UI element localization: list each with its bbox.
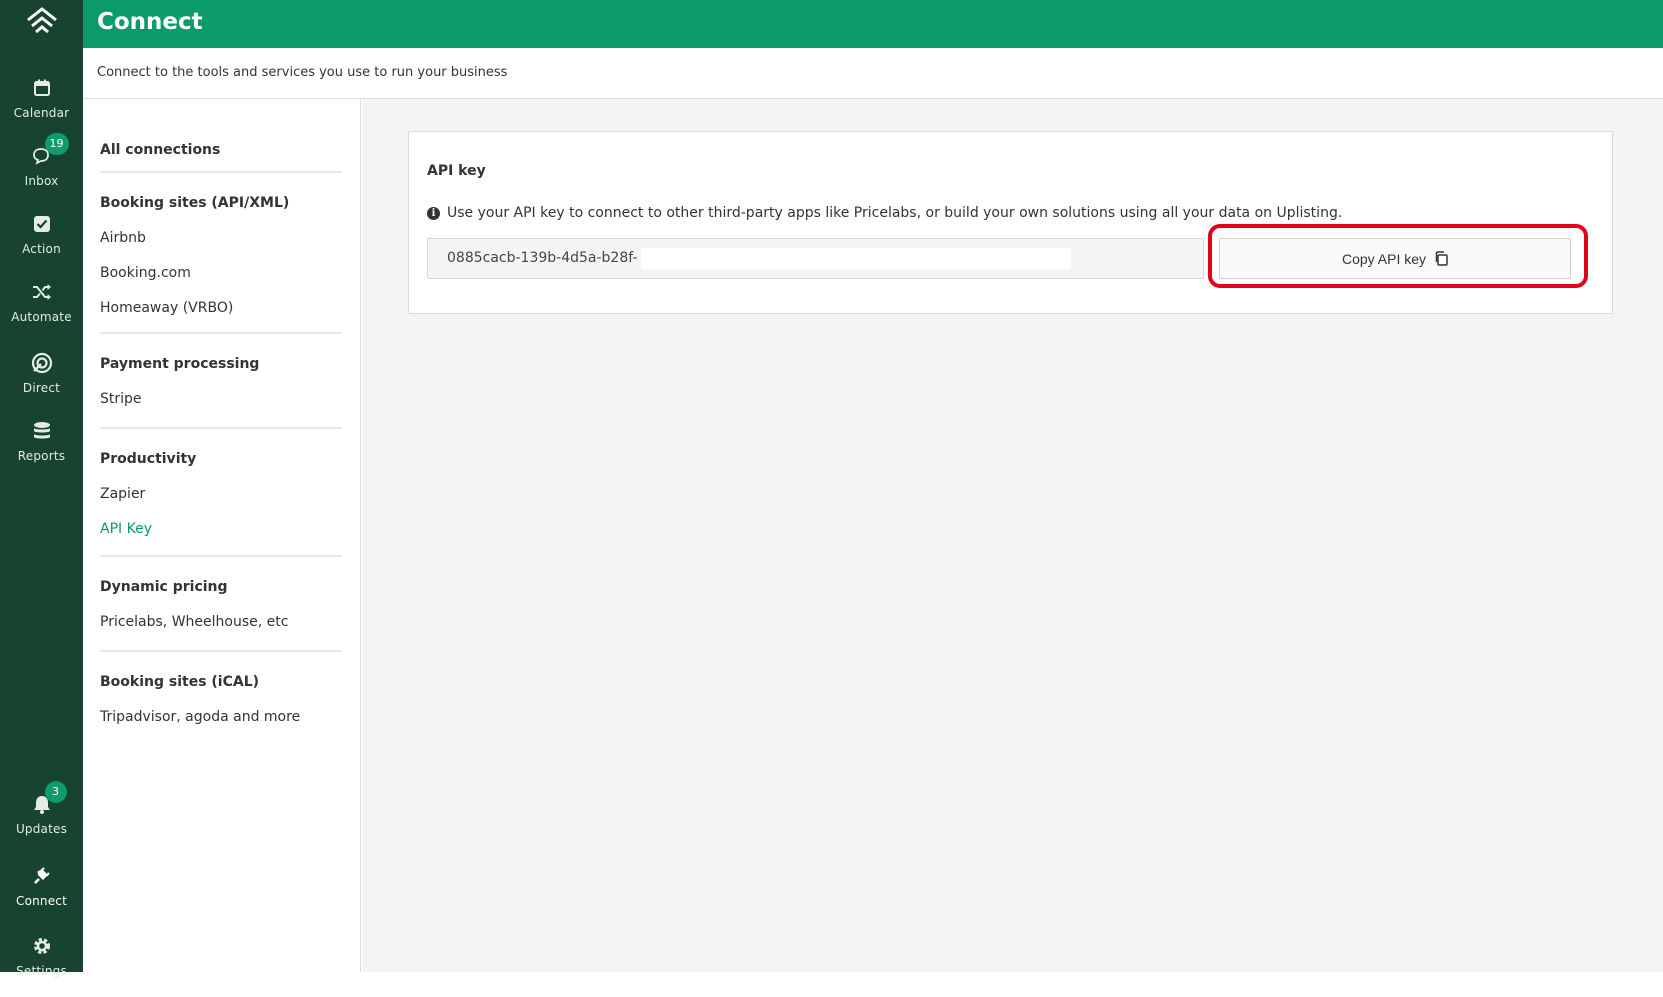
bell-icon: 3: [31, 781, 67, 815]
nav-group-booking-api: Booking sites (API/XML) Airbnb Booking.c…: [100, 171, 342, 316]
nav-group-title: Booking sites (API/XML): [100, 195, 290, 211]
page-subtitle: Connect to the tools and services you us…: [97, 65, 508, 80]
uplisting-logo-icon[interactable]: [0, 6, 83, 46]
rail-item-action[interactable]: Action: [0, 213, 83, 275]
shuffle-icon: [31, 281, 53, 303]
rail-item-automate[interactable]: Automate: [0, 281, 83, 343]
nav-group-title: Productivity: [100, 451, 197, 467]
api-key-help-text: Use your API key to connect to other thi…: [447, 205, 1343, 221]
nav-group-booking-ical: Booking sites (iCAL) Tripadvisor, agoda …: [100, 650, 342, 725]
nav-item-tripadvisor[interactable]: Tripadvisor, agoda and more: [100, 709, 342, 725]
rail-item-updates[interactable]: 3 Updates: [0, 781, 83, 855]
inbox-badge: 19: [44, 133, 69, 155]
rail-label-updates: Updates: [15, 822, 68, 836]
rail-label-automate: Automate: [11, 310, 72, 324]
rail-item-calendar[interactable]: Calendar: [0, 77, 83, 139]
nav-item-pricelabs[interactable]: Pricelabs, Wheelhouse, etc: [100, 614, 342, 630]
nav-group-title: Dynamic pricing: [100, 579, 228, 595]
rail-label-direct: Direct: [22, 381, 61, 395]
nav-all-connections[interactable]: All connections: [100, 142, 220, 158]
nav-item-api-key[interactable]: API Key: [100, 521, 342, 537]
rail-item-reports[interactable]: Reports: [0, 420, 83, 482]
plug-icon: [31, 865, 53, 887]
connections-sidebar: All connections Booking sites (API/XML) …: [83, 99, 361, 972]
calendar-icon: [31, 77, 53, 99]
api-key-field[interactable]: 0885cacb-139b-4d5a-b28f-: [427, 238, 1204, 279]
api-key-value[interactable]: 0885cacb-139b-4d5a-b28f-: [447, 250, 637, 266]
rail-label-connect: Connect: [15, 894, 68, 908]
rail-item-connect[interactable]: Connect: [0, 865, 83, 927]
nav-group-title: Payment processing: [100, 356, 260, 372]
checkbox-icon: [31, 213, 53, 235]
api-key-help: i Use your API key to connect to other t…: [427, 205, 1342, 221]
app-rail: Calendar 19 Inbox Action Automate Direct…: [0, 0, 83, 978]
direct-icon: [31, 352, 53, 374]
rail-item-settings[interactable]: Settings: [0, 935, 83, 997]
nav-group-productivity: Productivity Zapier API Key: [100, 427, 342, 537]
chat-icon: 19: [31, 133, 69, 167]
nav-group-payment: Payment processing Stripe: [100, 332, 342, 407]
nav-group-dynamic-pricing: Dynamic pricing Pricelabs, Wheelhouse, e…: [100, 555, 342, 630]
rail-label-action: Action: [22, 242, 61, 256]
nav-item-booking-com[interactable]: Booking.com: [100, 265, 342, 281]
api-key-title: API key: [427, 163, 486, 179]
page-header: Connect: [83, 0, 1663, 48]
nav-item-zapier[interactable]: Zapier: [100, 486, 342, 502]
page-subheader: Connect to the tools and services you us…: [83, 48, 1663, 99]
rail-item-inbox[interactable]: 19 Inbox: [0, 133, 83, 207]
updates-badge: 3: [44, 781, 67, 803]
nav-item-homeaway[interactable]: Homeaway (VRBO): [100, 300, 342, 316]
nav-item-airbnb[interactable]: Airbnb: [100, 230, 342, 246]
nav-item-stripe[interactable]: Stripe: [100, 391, 342, 407]
gear-icon: [31, 935, 53, 957]
rail-label-reports: Reports: [17, 449, 66, 463]
rail-item-direct[interactable]: Direct: [0, 352, 83, 414]
info-icon: i: [427, 206, 440, 220]
rail-label-calendar: Calendar: [13, 106, 70, 120]
page-title: Connect: [97, 9, 203, 35]
rail-label-settings: Settings: [16, 964, 67, 978]
nav-group-title: Booking sites (iCAL): [100, 674, 260, 690]
rail-label-inbox: Inbox: [24, 174, 59, 188]
highlight-outline: [1208, 224, 1588, 288]
api-key-redaction: [641, 248, 1071, 269]
database-icon: [31, 420, 53, 442]
